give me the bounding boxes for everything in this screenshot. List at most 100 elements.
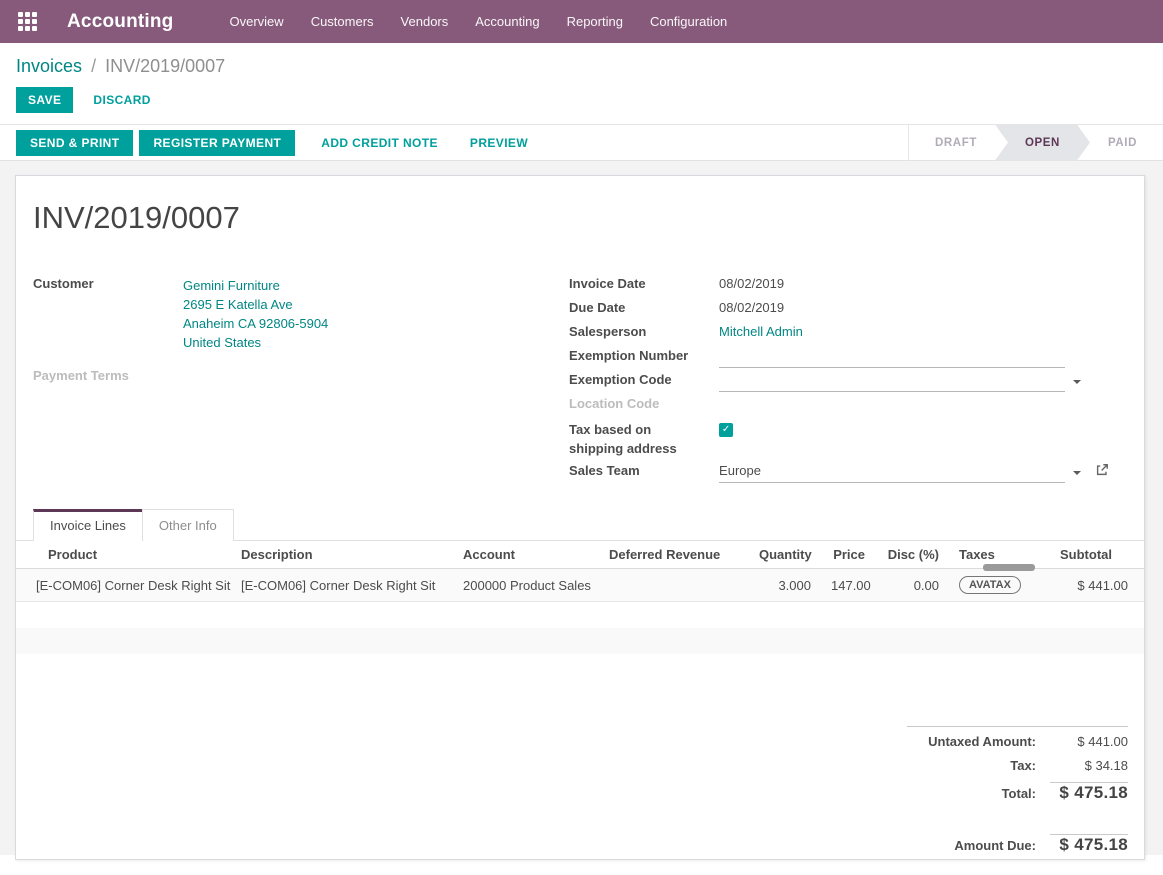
cell-description[interactable]: [E-COM06] Corner Desk Right Sit [231, 569, 453, 602]
col-header-disc[interactable]: Disc (%) [875, 541, 949, 569]
preview-button[interactable]: PREVIEW [464, 131, 534, 155]
payment-terms-label: Payment Terms [33, 366, 183, 383]
col-header-account[interactable]: Account [453, 541, 599, 569]
payment-terms-value[interactable] [183, 366, 569, 368]
col-header-quantity[interactable]: Quantity [749, 541, 821, 569]
sales-team-label: Sales Team [569, 461, 719, 478]
nav-item-configuration[interactable]: Configuration [650, 14, 727, 29]
status-step-draft[interactable]: DRAFT [909, 125, 1003, 161]
content-area: INV/2019/0007 Customer Gemini Furniture … [0, 161, 1163, 855]
left-field-column: Customer Gemini Furniture 2695 E Katella… [33, 274, 569, 485]
cell-deferred-revenue[interactable] [599, 569, 749, 602]
sales-team-dropdown-caret-icon[interactable] [1073, 471, 1081, 475]
amount-due-value: $ 475.18 [1050, 835, 1128, 855]
invoice-lines-table: Product Description Account Deferred Rev… [16, 541, 1144, 680]
tax-shipping-label: Tax based on shipping address [569, 418, 719, 458]
col-header-subtotal[interactable]: Subtotal [1047, 541, 1144, 569]
amount-due-block: Amount Due: $ 475.18 [907, 834, 1128, 859]
invoice-date-field: Invoice Date 08/02/2019 [569, 274, 1127, 298]
breadcrumb: Invoices / INV/2019/0007 [16, 56, 1147, 77]
tax-shipping-field: Tax based on shipping address ✓ [569, 418, 1127, 461]
due-date-field: Due Date 08/02/2019 [569, 298, 1127, 322]
cell-discount[interactable]: 0.00 [875, 569, 949, 602]
cell-quantity[interactable]: 3.000 [749, 569, 821, 602]
tax-row: Tax: $ 34.18 [907, 758, 1128, 782]
avatax-badge[interactable]: AVATAX [959, 576, 1021, 594]
discard-button[interactable]: DISCARD [87, 88, 156, 112]
customer-field: Customer Gemini Furniture 2695 E Katella… [33, 274, 569, 352]
invoice-date-value[interactable]: 08/02/2019 [719, 274, 1127, 291]
cell-subtotal[interactable]: $ 441.00 [1047, 569, 1144, 602]
right-field-column: Invoice Date 08/02/2019 Due Date 08/02/2… [569, 274, 1127, 485]
location-code-value[interactable] [719, 394, 1127, 396]
customer-address-line2[interactable]: Anaheim CA 92806-5904 [183, 316, 328, 331]
tab-other-info[interactable]: Other Info [142, 509, 234, 541]
statusbar-actions: SEND & PRINT REGISTER PAYMENT ADD CREDIT… [16, 130, 534, 156]
due-date-label: Due Date [569, 298, 719, 315]
sales-team-input[interactable]: Europe [719, 463, 1065, 483]
location-code-field: Location Code [569, 394, 1127, 418]
total-row: Total: $ 475.18 [907, 783, 1128, 807]
empty-row [16, 654, 1144, 680]
cell-price[interactable]: 147.00 [821, 569, 875, 602]
untaxed-amount-value: $ 441.00 [1050, 734, 1128, 749]
status-widget: DRAFT OPEN PAID [908, 125, 1163, 161]
tax-label: Tax: [907, 758, 1050, 773]
nav-item-vendors[interactable]: Vendors [401, 14, 449, 29]
salesperson-field: Salesperson Mitchell Admin [569, 322, 1127, 346]
customer-name-link[interactable]: Gemini Furniture [183, 278, 280, 293]
untaxed-amount-row: Untaxed Amount: $ 441.00 [907, 734, 1128, 758]
exemption-number-field: Exemption Number [569, 346, 1127, 370]
add-credit-note-button[interactable]: ADD CREDIT NOTE [315, 131, 444, 155]
invoice-number-title: INV/2019/0007 [33, 200, 1127, 236]
exemption-number-input[interactable] [719, 348, 1065, 368]
nav-item-accounting[interactable]: Accounting [475, 14, 539, 29]
apps-grid-icon[interactable] [18, 12, 37, 31]
customer-label: Customer [33, 274, 183, 291]
nav-item-reporting[interactable]: Reporting [567, 14, 623, 29]
send-print-button[interactable]: SEND & PRINT [16, 130, 133, 156]
table-header-row: Product Description Account Deferred Rev… [16, 541, 1144, 569]
nav-menu: Overview Customers Vendors Accounting Re… [230, 14, 728, 29]
total-label: Total: [907, 786, 1050, 801]
col-header-product[interactable]: Product [16, 541, 231, 569]
invoice-lines-page: Product Description Account Deferred Rev… [16, 541, 1144, 680]
untaxed-amount-label: Untaxed Amount: [907, 734, 1050, 749]
nav-item-overview[interactable]: Overview [230, 14, 284, 29]
tab-invoice-lines[interactable]: Invoice Lines [33, 509, 143, 541]
tax-shipping-checkbox[interactable]: ✓ [719, 423, 733, 437]
status-step-paid[interactable]: PAID [1082, 125, 1163, 161]
statusbar: SEND & PRINT REGISTER PAYMENT ADD CREDIT… [0, 124, 1163, 161]
app-title[interactable]: Accounting [67, 11, 174, 33]
col-header-description[interactable]: Description [231, 541, 453, 569]
customer-address-line1[interactable]: 2695 E Katella Ave [183, 297, 293, 312]
sales-team-external-link-icon[interactable] [1095, 463, 1109, 480]
exemption-code-input[interactable] [719, 372, 1065, 392]
save-button[interactable]: SAVE [16, 87, 73, 113]
col-header-price[interactable]: Price [821, 541, 875, 569]
top-navbar: Accounting Overview Customers Vendors Ac… [0, 0, 1163, 43]
amount-due-label: Amount Due: [907, 838, 1050, 853]
cell-account[interactable]: 200000 Product Sales [453, 569, 599, 602]
cell-taxes[interactable]: AVATAX [949, 569, 1047, 602]
register-payment-button[interactable]: REGISTER PAYMENT [139, 130, 295, 156]
customer-country[interactable]: United States [183, 335, 261, 350]
exemption-code-dropdown-caret-icon[interactable] [1073, 380, 1081, 384]
invoice-line-row: [E-COM06] Corner Desk Right Sit [E-COM06… [16, 569, 1144, 602]
breadcrumb-invoices-link[interactable]: Invoices [16, 56, 82, 76]
salesperson-label: Salesperson [569, 322, 719, 339]
total-value: $ 475.18 [1050, 783, 1128, 803]
breadcrumb-separator: / [91, 56, 96, 76]
nav-item-customers[interactable]: Customers [311, 14, 374, 29]
status-step-open[interactable]: OPEN [995, 125, 1090, 161]
salesperson-link[interactable]: Mitchell Admin [719, 324, 803, 339]
payment-terms-field: Payment Terms [33, 366, 569, 390]
cell-product[interactable]: [E-COM06] Corner Desk Right Sit [16, 569, 231, 602]
exemption-code-field: Exemption Code [569, 370, 1127, 394]
totals-section: Untaxed Amount: $ 441.00 Tax: $ 34.18 To… [16, 726, 1144, 859]
horizontal-scrollbar-thumb[interactable] [983, 564, 1035, 571]
control-panel: Invoices / INV/2019/0007 SAVE DISCARD [0, 43, 1163, 113]
tab-bar: Invoice Lines Other Info [16, 509, 1144, 541]
col-header-deferred-revenue[interactable]: Deferred Revenue [599, 541, 749, 569]
due-date-value[interactable]: 08/02/2019 [719, 298, 1127, 315]
